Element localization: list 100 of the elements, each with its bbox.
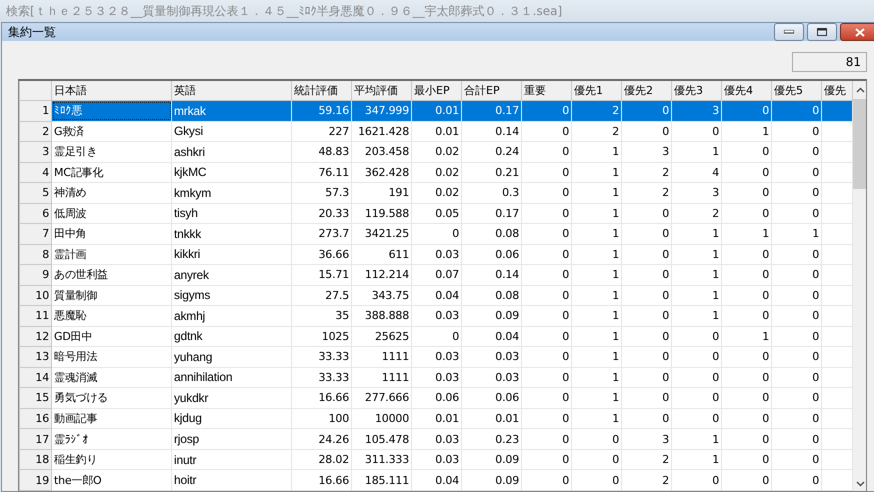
table-cell: 0	[522, 224, 572, 244]
table-cell: 1	[572, 285, 622, 306]
table-cell: 1	[572, 162, 622, 183]
table-cell: 0.09	[462, 306, 522, 326]
table-cell: 0.3	[462, 182, 522, 204]
table-cell: 24.26	[292, 428, 352, 450]
table-cell: 2	[572, 100, 622, 122]
column-header[interactable]: 優先4	[722, 81, 772, 100]
table-cell: 2	[622, 470, 672, 490]
scroll-down-icon[interactable]	[856, 481, 864, 487]
table-cell: 1	[672, 449, 722, 470]
table-cell: 0	[772, 306, 822, 326]
row-number: 18	[20, 449, 52, 470]
table-cell: 0	[522, 367, 572, 388]
scrollbar[interactable]	[853, 81, 866, 491]
column-header[interactable]: 平均評価	[352, 81, 412, 100]
table-cell: 0	[772, 203, 822, 224]
table-cell: 0	[622, 326, 672, 347]
table-cell: 0	[622, 408, 672, 429]
table-cell: 2	[622, 162, 672, 183]
table-cell: 0	[622, 264, 672, 286]
window-title: 検索[ｔｈｅ２５３２８__質量制御再現公表１．４５__ﾐﾛｸ半身悪魔０．９６__宇太郎葬式０．３１.sea]	[6, 2, 562, 20]
table-cell: 191	[352, 182, 412, 204]
table-cell: 0	[722, 203, 772, 224]
table-cell: 15.71	[292, 264, 352, 286]
row-number: 10	[20, 285, 52, 306]
table-cell: Gkysi	[172, 121, 292, 142]
column-header[interactable]: 最小EP	[412, 81, 462, 100]
table-cell: 1	[722, 121, 772, 142]
table-cell: 霊ﾗｼﾞｵ	[52, 428, 172, 450]
table-cell: 1	[572, 244, 622, 265]
table-cell: 3	[672, 100, 722, 122]
table-cell: rjosp	[172, 428, 292, 450]
table-cell: 0	[522, 264, 572, 286]
maximize-icon	[817, 28, 827, 36]
table-cell: 611	[352, 244, 412, 265]
table-cell: 0	[522, 162, 572, 183]
table-cell: 0	[522, 449, 572, 470]
scroll-up-icon[interactable]	[856, 87, 864, 93]
table-cell: 48.83	[292, 142, 352, 162]
column-header[interactable]: 優先2	[622, 81, 672, 100]
table-cell: 0	[772, 346, 822, 368]
table-cell: 227	[292, 121, 352, 142]
table-cell: 0	[522, 244, 572, 265]
table-cell: 0.01	[462, 408, 522, 429]
table-cell: mrkak	[172, 100, 292, 122]
column-header[interactable]: 優先5	[772, 81, 822, 100]
table-cell: 3	[622, 142, 672, 162]
table-cell: 霊計画	[52, 244, 172, 265]
row-number: 16	[20, 408, 52, 429]
column-header[interactable]: 合計EP	[462, 81, 522, 100]
table-cell: 1	[772, 224, 822, 244]
table-cell: 0	[622, 285, 672, 306]
table-cell: 稲生釣り	[52, 449, 172, 470]
table-cell: 0	[622, 100, 672, 122]
corner-header	[20, 81, 52, 100]
table-cell: 1	[572, 264, 622, 286]
table-cell: 343.75	[352, 285, 412, 306]
maximize-button[interactable]	[807, 23, 837, 41]
column-header[interactable]: 重要	[522, 81, 572, 100]
table-cell: あの世利益	[52, 264, 172, 286]
table-cell: 0	[772, 121, 822, 142]
row-number: 15	[20, 388, 52, 408]
table-cell: 1111	[352, 367, 412, 388]
table-cell: 0.07	[412, 264, 462, 286]
table-cell: 0	[522, 470, 572, 490]
table-cell: 1	[572, 224, 622, 244]
column-header[interactable]: 優先	[822, 81, 852, 100]
column-header[interactable]: 優先1	[572, 81, 622, 100]
scrollbar-thumb[interactable]	[853, 99, 866, 189]
column-header[interactable]: 日本語	[52, 81, 172, 100]
row-number: 2	[20, 121, 52, 142]
column-header[interactable]: 英語	[172, 81, 292, 100]
table-cell: 0	[622, 224, 672, 244]
count-field: 81	[792, 52, 867, 72]
table-cell: 185.111	[352, 470, 412, 490]
table-cell: 0.01	[412, 121, 462, 142]
table-cell: 0	[572, 470, 622, 490]
table-cell: 203.458	[352, 142, 412, 162]
column-header[interactable]: 優先3	[672, 81, 722, 100]
close-button[interactable]	[840, 23, 874, 41]
column-header[interactable]: 統計評価	[292, 81, 352, 100]
table-cell: 0	[622, 388, 672, 408]
window-title: 集約一覧	[8, 24, 56, 40]
table-cell: G救済	[52, 121, 172, 142]
table-cell: 0	[522, 388, 572, 408]
table-cell: 59.16	[292, 100, 352, 122]
table-cell: 1	[572, 408, 622, 429]
table-cell: 347.999	[352, 100, 412, 122]
table-cell: 4	[672, 162, 722, 183]
table-cell: 0	[522, 285, 572, 306]
table-cell: 16.66	[292, 388, 352, 408]
minimize-button[interactable]	[774, 23, 804, 41]
table-cell: 0	[522, 326, 572, 347]
table-cell: 0	[722, 470, 772, 490]
row-number: 3	[20, 142, 52, 162]
table-cell: 0	[772, 449, 822, 470]
table-cell: 0	[772, 264, 822, 286]
table-cell: kjkMC	[172, 162, 292, 183]
table-cell: 1025	[292, 326, 352, 347]
